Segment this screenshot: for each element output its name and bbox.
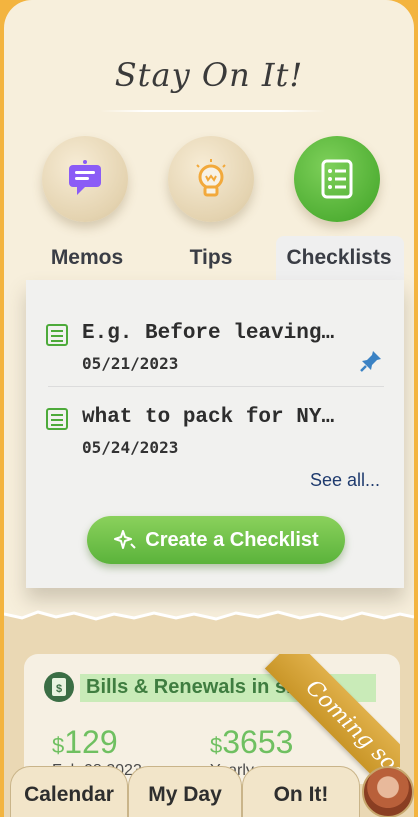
checklist-item[interactable]: what to pack for NY… 05/24/2023 [46, 400, 386, 464]
tips-button[interactable] [168, 136, 254, 222]
receipt-icon: $ [44, 672, 74, 702]
checklist-icon [321, 159, 353, 199]
checklists-button[interactable] [294, 136, 380, 222]
app-screen: Stay On It! Memos Tips Checklists E.g. B… [4, 0, 414, 817]
checklist-item-icon [46, 324, 68, 346]
item-divider [48, 386, 384, 387]
checklist-item-date: 05/24/2023 [82, 438, 179, 457]
bill-amount: $3653 [210, 724, 294, 760]
tab-calendar[interactable]: Calendar [10, 766, 128, 817]
lightbulb-icon [196, 159, 226, 197]
tab-my-day[interactable]: My Day [128, 766, 242, 817]
create-checklist-button[interactable]: Create a Checklist [87, 516, 345, 564]
checklist-item-title: what to pack for NY… [82, 406, 335, 429]
create-checklist-label: Create a Checklist [145, 528, 319, 551]
tab-on-it[interactable]: On It! [242, 766, 360, 817]
tab-tips[interactable]: Tips [168, 246, 254, 270]
tab-memos[interactable]: Memos [42, 246, 132, 270]
app-title: Stay On It! [114, 56, 304, 94]
tab-checklists[interactable]: Checklists [272, 246, 406, 270]
torn-paper-edge [4, 610, 414, 634]
checklist-item[interactable]: E.g. Before leaving… 05/21/2023 [46, 316, 386, 380]
memo-icon [69, 160, 101, 195]
svg-text:$: $ [56, 683, 62, 695]
checklist-item-date: 05/21/2023 [82, 354, 179, 373]
bill-amount: $129 [52, 724, 118, 760]
memos-button[interactable] [42, 136, 128, 222]
avatar[interactable] [362, 766, 414, 817]
checklists-panel: E.g. Before leaving… 05/21/2023 what to … [26, 280, 404, 588]
title-divider [100, 110, 326, 112]
bottom-nav: Calendar My Day On It! [0, 760, 418, 817]
checklist-item-icon [46, 408, 68, 430]
pin-icon[interactable] [358, 348, 384, 374]
checklist-item-title: E.g. Before leaving… [82, 322, 335, 345]
see-all-link[interactable]: See all... [310, 470, 380, 491]
sparkle-icon [114, 530, 136, 549]
